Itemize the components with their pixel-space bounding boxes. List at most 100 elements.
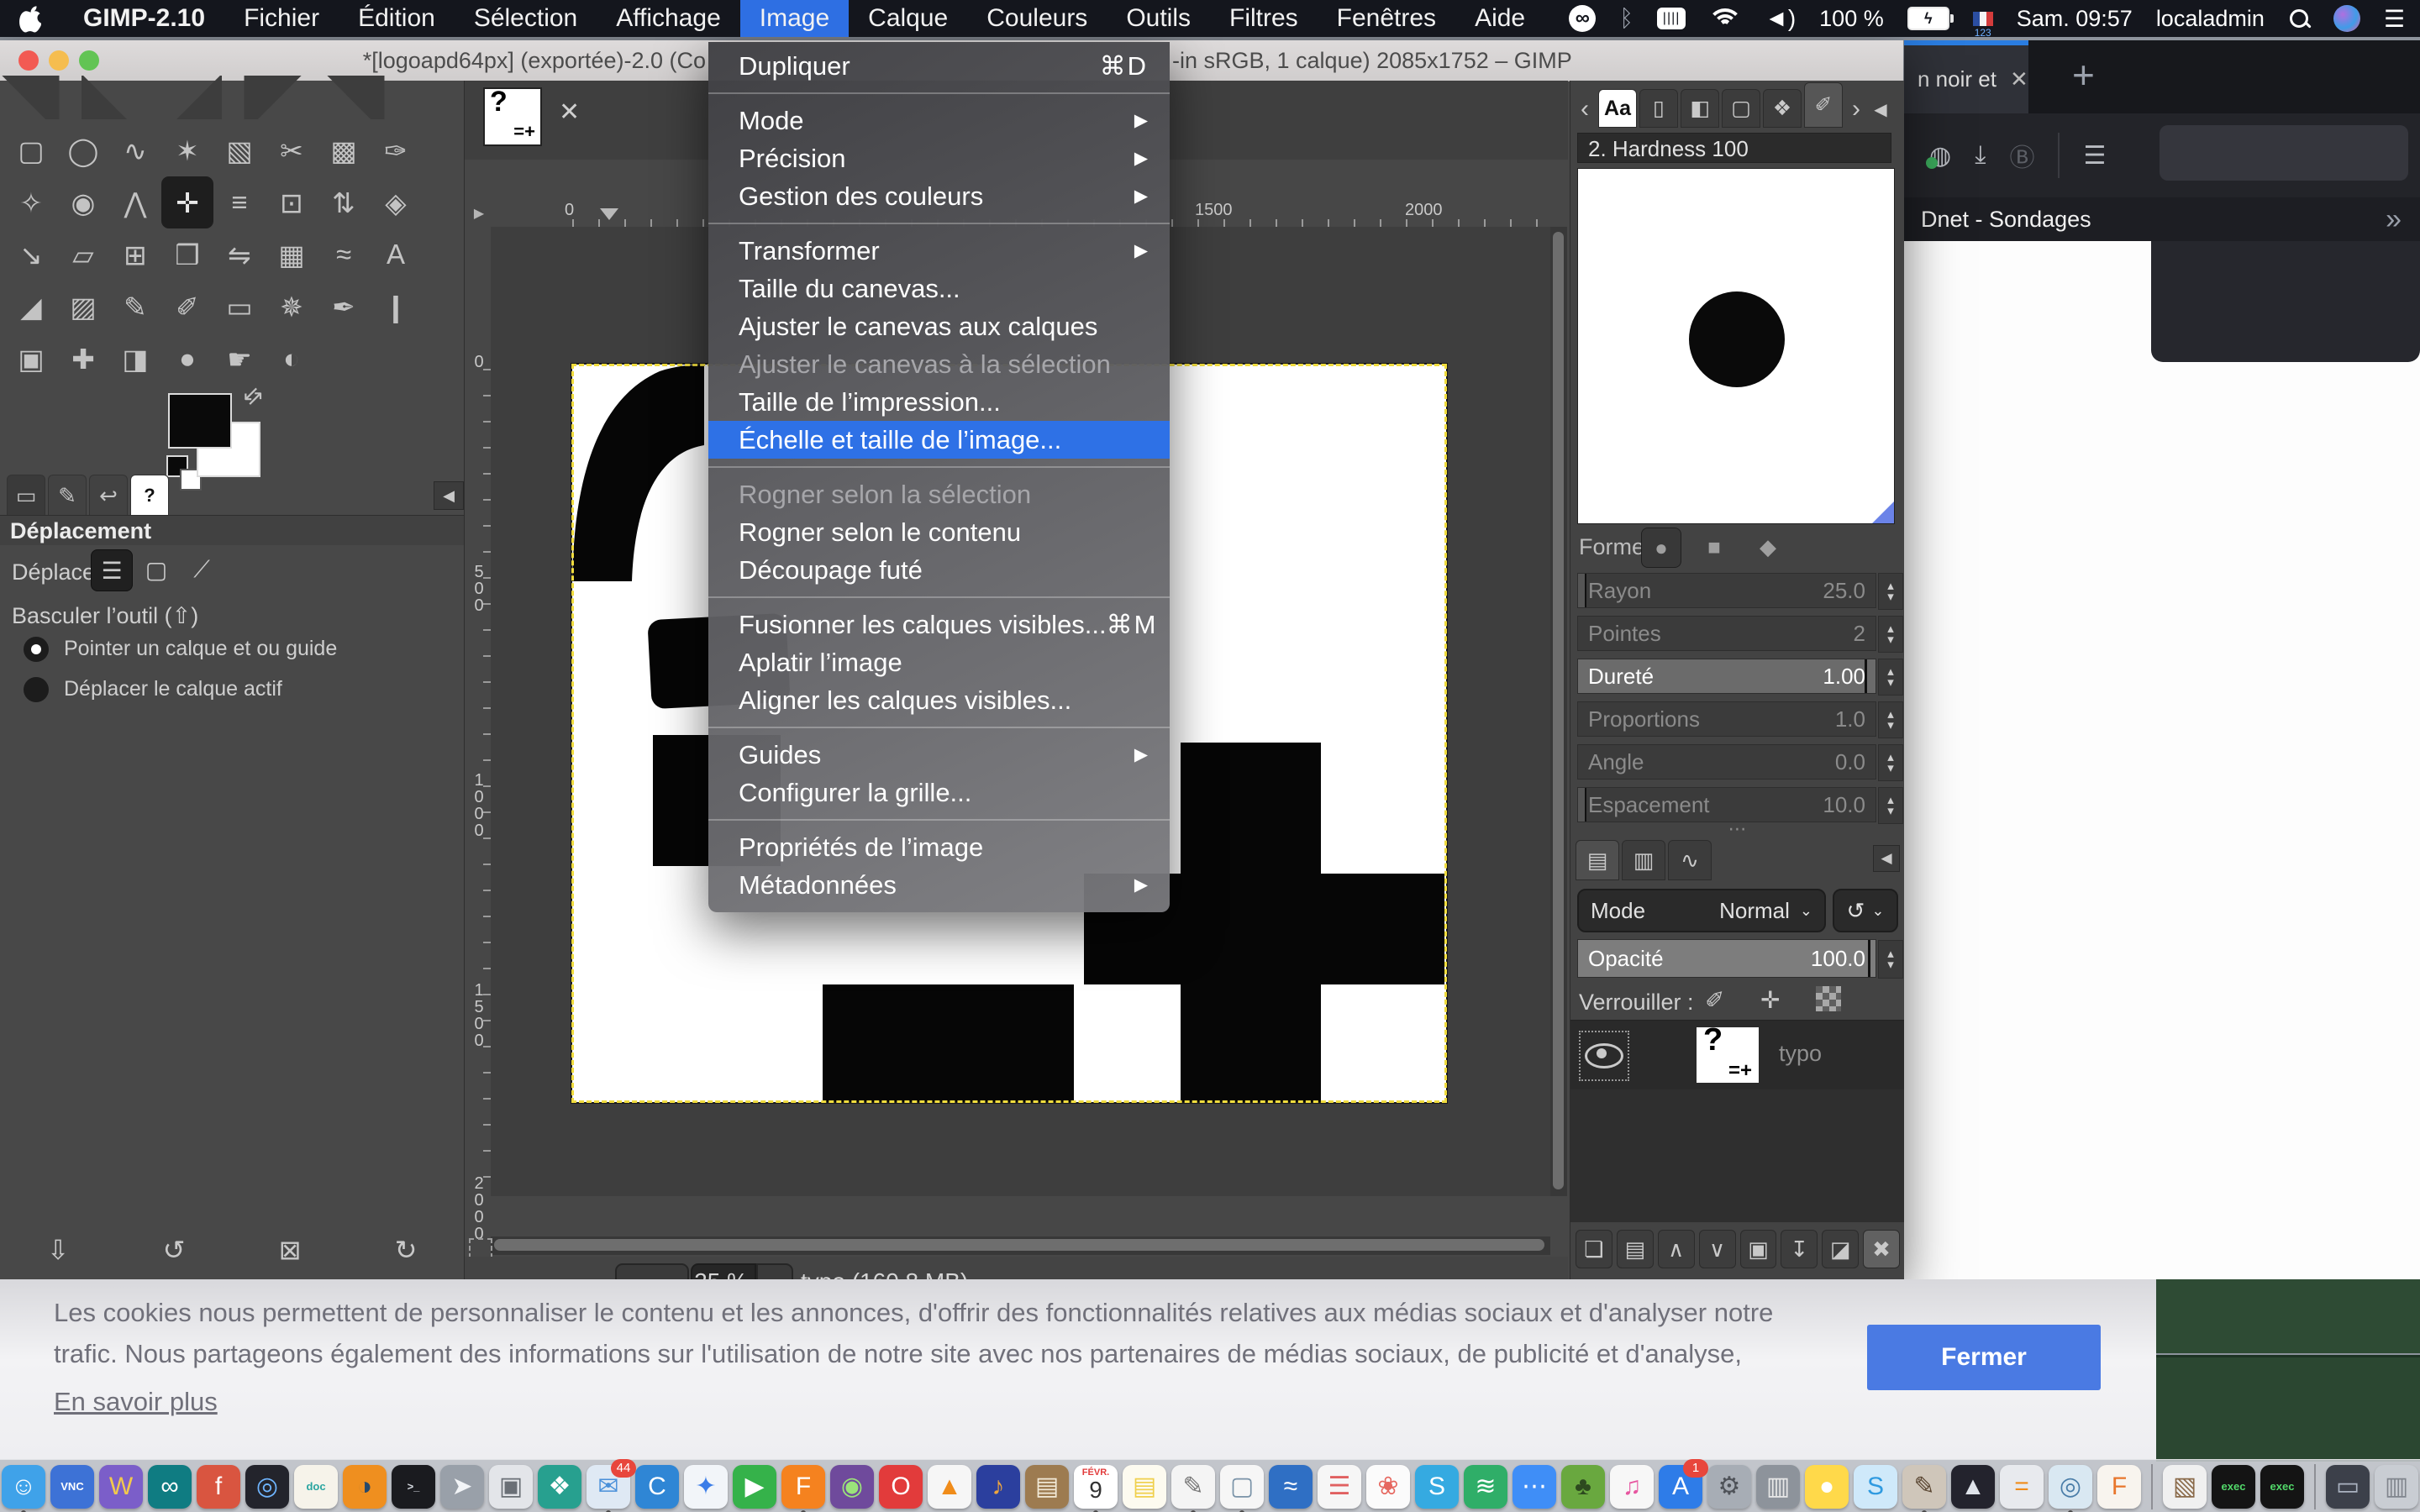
- lock-pixels-icon[interactable]: ✐: [1705, 986, 1724, 1014]
- ellipse-select-tool[interactable]: ◯: [57, 124, 109, 176]
- delete-layer-button[interactable]: ✖: [1863, 1230, 1900, 1268]
- menu-item-transformer[interactable]: Transformer▶: [708, 232, 1170, 270]
- menu-gimp[interactable]: GIMP-2.10: [64, 0, 224, 37]
- easel-app-dock-icon[interactable]: ▧: [2163, 1465, 2207, 1509]
- move-tool[interactable]: ✛: [161, 176, 213, 228]
- menu-aide[interactable]: Aide: [1455, 0, 1544, 37]
- foreground-select-tool[interactable]: ▩: [318, 124, 370, 176]
- quick-mask-toggle[interactable]: [469, 1238, 492, 1258]
- menu-item-rogner-contenu[interactable]: Rogner selon le contenu: [708, 513, 1170, 551]
- rectangle-select-tool[interactable]: ▢: [5, 124, 57, 176]
- restore-tool-preset-button[interactable]: ↺: [163, 1234, 186, 1266]
- tab-brush-presets[interactable]: ❖: [1763, 89, 1802, 128]
- menu-item-guides[interactable]: Guides▶: [708, 736, 1170, 774]
- new-layer-group-button[interactable]: ▤: [1617, 1230, 1654, 1268]
- slider-durete-spinner[interactable]: ▴▾: [1878, 659, 1903, 696]
- menu-affichage[interactable]: Affichage: [597, 0, 740, 37]
- duplicate-layer-button[interactable]: ▣: [1740, 1230, 1777, 1268]
- slider-angle-spinner[interactable]: ▴▾: [1878, 744, 1903, 781]
- opera-dock-icon[interactable]: O: [879, 1465, 923, 1509]
- image-tab-thumbnail[interactable]: ?=+: [483, 87, 542, 146]
- slider-espacement[interactable]: Espacement10.0: [1577, 787, 1876, 822]
- menu-item-proprietes-image[interactable]: Propriétés de l’image: [708, 828, 1170, 866]
- airbrush-tool[interactable]: ✵: [266, 281, 318, 333]
- align-tool[interactable]: ≡: [213, 176, 266, 228]
- layer-visibility-toggle[interactable]: [1579, 1031, 1629, 1081]
- app-w-dock-icon[interactable]: W: [99, 1465, 143, 1509]
- brush-shape-square[interactable]: ■: [1695, 528, 1733, 566]
- new-tab-button[interactable]: +: [2072, 52, 2095, 97]
- delete-tool-preset-button[interactable]: ⊠: [279, 1234, 302, 1266]
- profile-icon[interactable]: ◍: [1929, 141, 1951, 171]
- download-icon[interactable]: ⤓: [1975, 141, 1986, 170]
- radio-pick-layer-guide[interactable]: [24, 637, 49, 662]
- menu-item-aplatir-image[interactable]: Aplatir l’image: [708, 643, 1170, 681]
- menu-item-taille-canevas[interactable]: Taille du canevas...: [708, 270, 1170, 307]
- menu-outils[interactable]: Outils: [1107, 0, 1210, 37]
- tab-channels[interactable]: ▥: [1622, 840, 1665, 880]
- move-path-mode-button[interactable]: ⟋: [182, 549, 222, 590]
- camo-status-icon[interactable]: ∞: [1569, 5, 1596, 32]
- skype-dock-icon[interactable]: S: [1415, 1465, 1459, 1509]
- badge-icon[interactable]: Ⓑ: [2009, 137, 2034, 174]
- tab-image-thumbnail[interactable]: ?: [130, 475, 169, 516]
- mypaint-brush-tool[interactable]: ❙: [370, 281, 422, 333]
- warp-tool[interactable]: ≈: [318, 228, 370, 281]
- tab-palettes[interactable]: ◧: [1681, 89, 1719, 128]
- menu-item-aligner-calques[interactable]: Aligner les calques visibles...: [708, 681, 1170, 719]
- siri-app-dock-icon[interactable]: ◎: [245, 1465, 289, 1509]
- mail-dock-icon[interactable]: ✉44: [587, 1465, 630, 1509]
- opacity-spinner[interactable]: ▴▾: [1878, 940, 1903, 979]
- apple-menu[interactable]: [0, 0, 64, 37]
- ink-pen-tool[interactable]: ✑: [370, 124, 422, 176]
- calendar-dock-icon[interactable]: FÉVR.9: [1074, 1465, 1118, 1509]
- text-tool[interactable]: A: [370, 228, 422, 281]
- siri-icon[interactable]: [2333, 5, 2360, 32]
- slider-durete[interactable]: Dureté1.00: [1577, 659, 1876, 694]
- foreground-color-swatch[interactable]: [168, 393, 232, 449]
- crop-tool[interactable]: ⊡: [266, 176, 318, 228]
- vnc-viewer-dock-icon[interactable]: VNC: [50, 1465, 94, 1509]
- lower-layer-button[interactable]: ∨: [1699, 1230, 1736, 1268]
- brush-shape-circle[interactable]: ●: [1641, 528, 1681, 568]
- launchpad-dock-icon[interactable]: ➤: [440, 1465, 484, 1509]
- inkscape-dock-icon[interactable]: ▲: [1951, 1465, 1995, 1509]
- tabs-scroll-left-icon[interactable]: ‹: [1574, 91, 1596, 128]
- slider-proportions-spinner[interactable]: ▴▾: [1878, 701, 1903, 738]
- itunes-dock-icon[interactable]: ♫: [1610, 1465, 1654, 1509]
- slider-espacement-spinner[interactable]: ▴▾: [1878, 787, 1903, 824]
- slider-proportions[interactable]: Proportions1.0: [1577, 701, 1876, 737]
- exec-script-2-dock-icon[interactable]: exec: [2260, 1465, 2304, 1509]
- layers-collapse-icon[interactable]: ◀: [1873, 845, 1900, 872]
- clone-tool[interactable]: ▣: [5, 333, 57, 385]
- raise-layer-button[interactable]: ∧: [1658, 1230, 1695, 1268]
- tab-brush-editor[interactable]: ✐: [1804, 82, 1843, 128]
- reminders-dock-icon[interactable]: ☰: [1318, 1465, 1361, 1509]
- keyboard-status-icon[interactable]: ||||: [1657, 8, 1686, 29]
- screenshot-app-dock-icon[interactable]: ▣: [489, 1465, 533, 1509]
- vertical-ruler[interactable]: 0500100015002000: [467, 227, 492, 1196]
- slider-pointes-spinner[interactable]: ▴▾: [1878, 616, 1903, 653]
- menu-item-dupliquer[interactable]: Dupliquer⌘D: [708, 47, 1170, 85]
- tabs-scroll-right-icon[interactable]: ›: [1845, 91, 1867, 128]
- tab-paths[interactable]: ∿: [1668, 840, 1712, 880]
- panel-collapse-icon[interactable]: ◀: [434, 481, 464, 510]
- menu-item-precision[interactable]: Précision▶: [708, 139, 1170, 177]
- blender-dock-icon[interactable]: ◑: [343, 1465, 387, 1509]
- image-tab-close-icon[interactable]: ✕: [559, 97, 580, 127]
- spotlight-search-icon[interactable]: [2288, 8, 2310, 29]
- flip-tool[interactable]: ⇋: [213, 228, 266, 281]
- swap-colors-icon[interactable]: ⇆: [237, 381, 268, 412]
- menu-item-ajuster-canevas-calques[interactable]: Ajuster le canevas aux calques: [708, 307, 1170, 345]
- new-layer-button[interactable]: ❏: [1576, 1230, 1612, 1268]
- menu-item-taille-impression[interactable]: Taille de l’impression...: [708, 383, 1170, 421]
- slider-rayon[interactable]: Rayon25.0: [1577, 573, 1876, 608]
- tab-tool-presets[interactable]: ✎: [48, 475, 87, 516]
- battery-icon[interactable]: ϟ: [1907, 7, 1949, 30]
- menu-couleurs[interactable]: Couleurs: [967, 0, 1107, 37]
- control-center-icon[interactable]: ☰: [2384, 5, 2405, 33]
- audacity-dock-icon[interactable]: ♪: [976, 1465, 1020, 1509]
- app-store-dock-icon[interactable]: A1: [1659, 1465, 1702, 1509]
- menu-image[interactable]: Image: [740, 0, 849, 37]
- vlc-dock-icon[interactable]: ▲: [928, 1465, 971, 1509]
